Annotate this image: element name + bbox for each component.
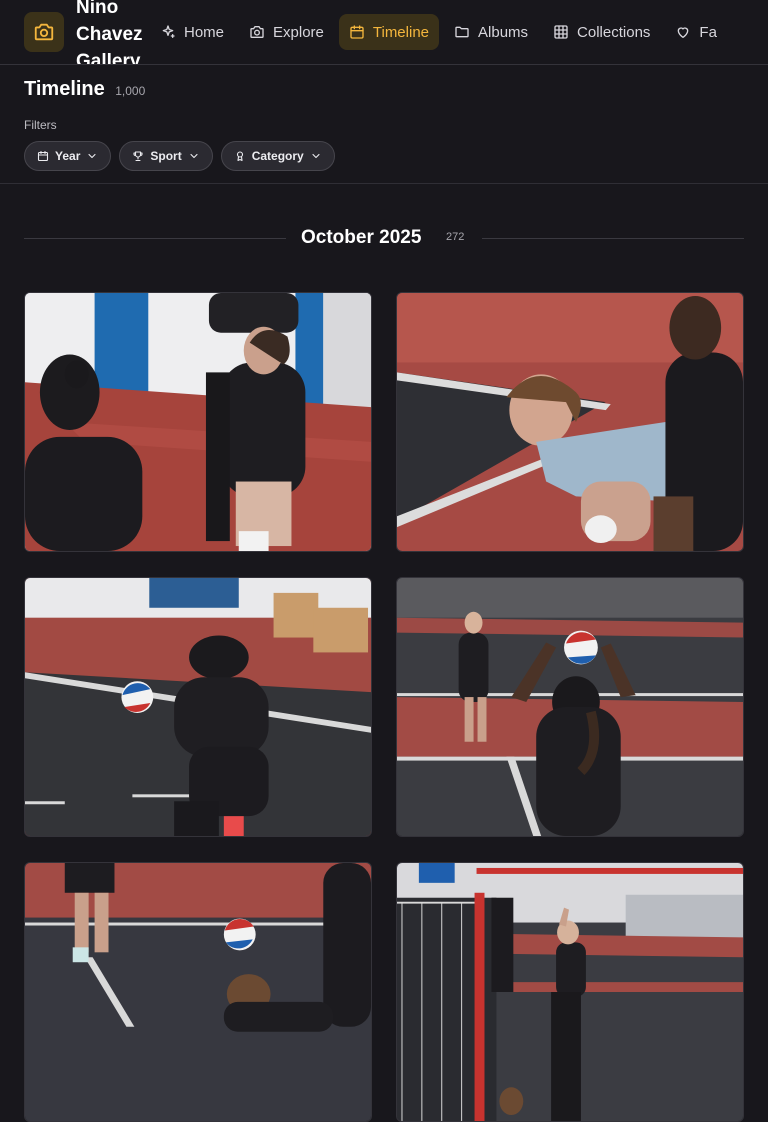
month-heading: October 2025 — [301, 227, 422, 248]
sport-filter-dropdown[interactable]: Sport — [119, 141, 213, 171]
nav-item-label: Albums — [478, 23, 529, 41]
nav-item-home[interactable]: Home — [150, 14, 234, 50]
photo-thumbnail[interactable] — [24, 292, 372, 552]
photo-thumbnail[interactable] — [24, 577, 372, 837]
nav-item-label: Fa — [699, 23, 717, 41]
main-nav: Home Explore Timeline Albums Collections — [150, 14, 732, 50]
chevron-down-icon — [190, 153, 198, 159]
header-divider — [0, 183, 768, 184]
photo-image — [397, 293, 743, 551]
page-header: Timeline 1,000 — [24, 78, 145, 101]
category-filter-dropdown[interactable]: Category — [220, 141, 335, 171]
filter-label: Year — [55, 149, 81, 163]
chevron-down-icon — [312, 153, 320, 159]
nav-item-timeline[interactable]: Timeline — [338, 14, 440, 50]
month-photo-count: 272 — [446, 231, 465, 243]
photo-thumbnail[interactable] — [396, 577, 744, 837]
nav-item-explore[interactable]: Explore — [239, 14, 334, 50]
nav-item-label: Collections — [577, 23, 651, 41]
calendar-icon — [350, 25, 364, 39]
nav-item-label: Explore — [273, 23, 324, 41]
year-filter-dropdown[interactable]: Year — [24, 141, 112, 171]
photo-image — [25, 293, 371, 551]
filter-bar: Year Sport Category — [24, 141, 335, 171]
photo-thumbnail[interactable] — [396, 292, 744, 552]
camera-icon — [250, 26, 264, 38]
photo-image — [25, 578, 371, 836]
filters-label: Filters — [24, 118, 57, 132]
photo-count: 1,000 — [115, 84, 146, 98]
photo-thumbnail[interactable] — [24, 862, 372, 1122]
top-navigation-bar: Nino Chavez Gallery Home Explore Timelin… — [0, 0, 768, 65]
section-divider-left — [24, 238, 286, 239]
folder-icon — [455, 26, 469, 38]
photo-image — [397, 863, 743, 1121]
chevron-down-icon — [88, 153, 96, 159]
nav-item-label: Home — [184, 23, 225, 41]
brand-logo[interactable] — [24, 12, 64, 52]
calendar-icon — [37, 150, 49, 162]
filter-label: Category — [251, 149, 304, 163]
filter-label: Sport — [150, 149, 182, 163]
trophy-icon — [133, 151, 143, 162]
heart-icon — [678, 27, 689, 38]
photo-thumbnail[interactable] — [396, 862, 744, 1122]
nav-item-favorites[interactable]: Fa — [665, 14, 727, 50]
photo-image — [397, 578, 743, 836]
award-icon — [236, 151, 243, 162]
nav-item-albums[interactable]: Albums — [444, 14, 538, 50]
camera-icon — [34, 23, 54, 41]
page-title: Timeline — [24, 78, 105, 100]
nav-item-collections[interactable]: Collections — [543, 14, 660, 50]
grid-icon — [554, 25, 568, 39]
sparkles-icon — [162, 25, 175, 38]
section-divider-right — [482, 238, 744, 239]
photo-image — [25, 863, 371, 1121]
nav-item-label: Timeline — [372, 23, 430, 41]
